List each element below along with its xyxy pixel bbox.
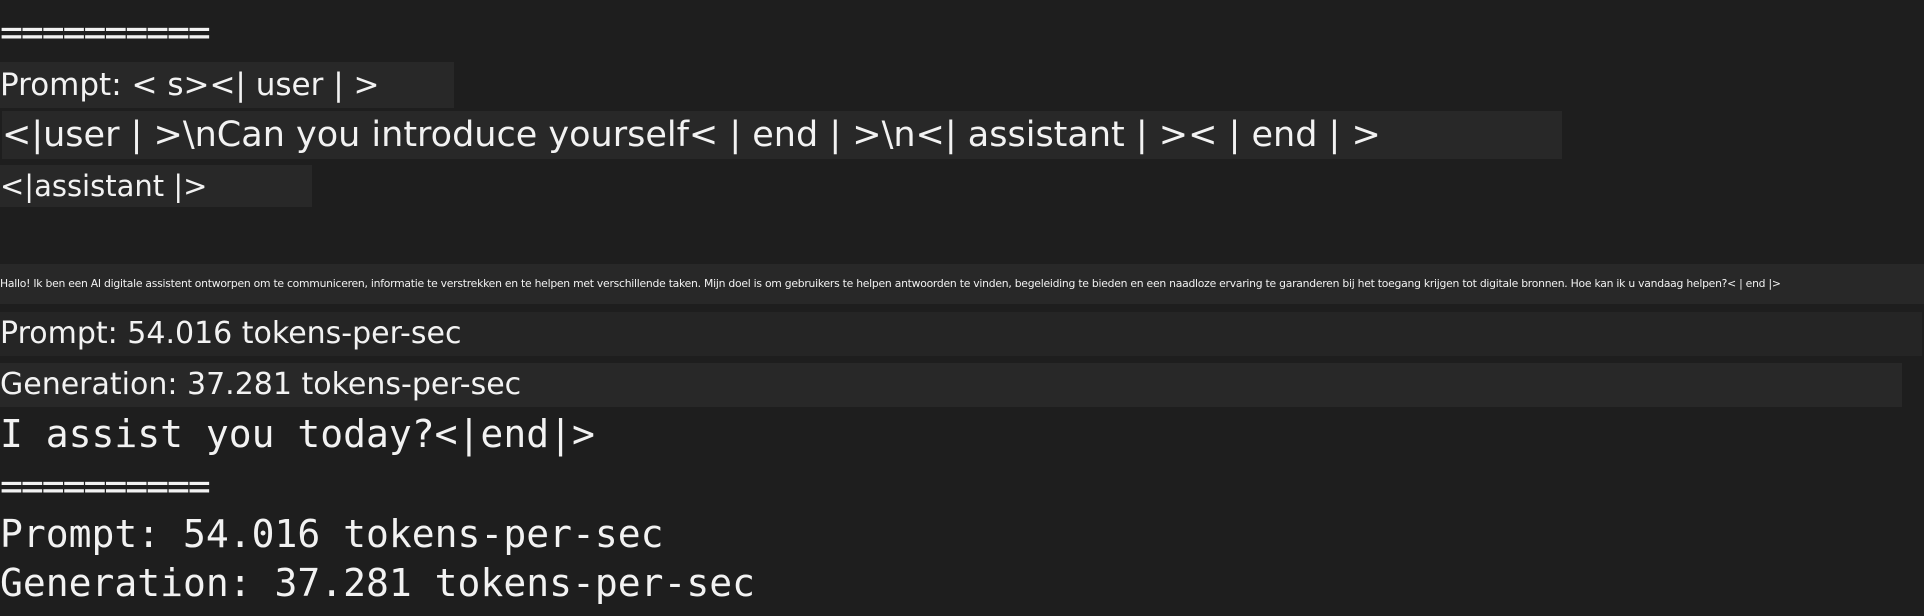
terminal-window: { "terminal": { "top_partial": "g", "sep… [0,0,1924,616]
stats-generation: Generation: 37.281 tokens-per-sec [0,363,1902,407]
final-generation-stats: Generation: 37.281 tokens-per-sec [0,561,755,605]
separator-bottom: ========== [0,464,211,508]
response-text: Hallo! Ik ben een AI digitale assistent … [0,264,1924,304]
tail-response: I assist you today?<|end|> [0,412,595,456]
prompt-line-2: <|user | >\nCan you introduce yourself< … [2,111,1562,159]
separator-top: ========== [0,10,211,54]
stats-prompt: Prompt: 54.016 tokens-per-sec [0,312,1922,356]
prompt-line-3: <|assistant |> [0,165,312,207]
final-prompt-stats: Prompt: 54.016 tokens-per-sec [0,512,664,556]
prompt-line-1: Prompt: < s><| user | > [0,62,454,108]
